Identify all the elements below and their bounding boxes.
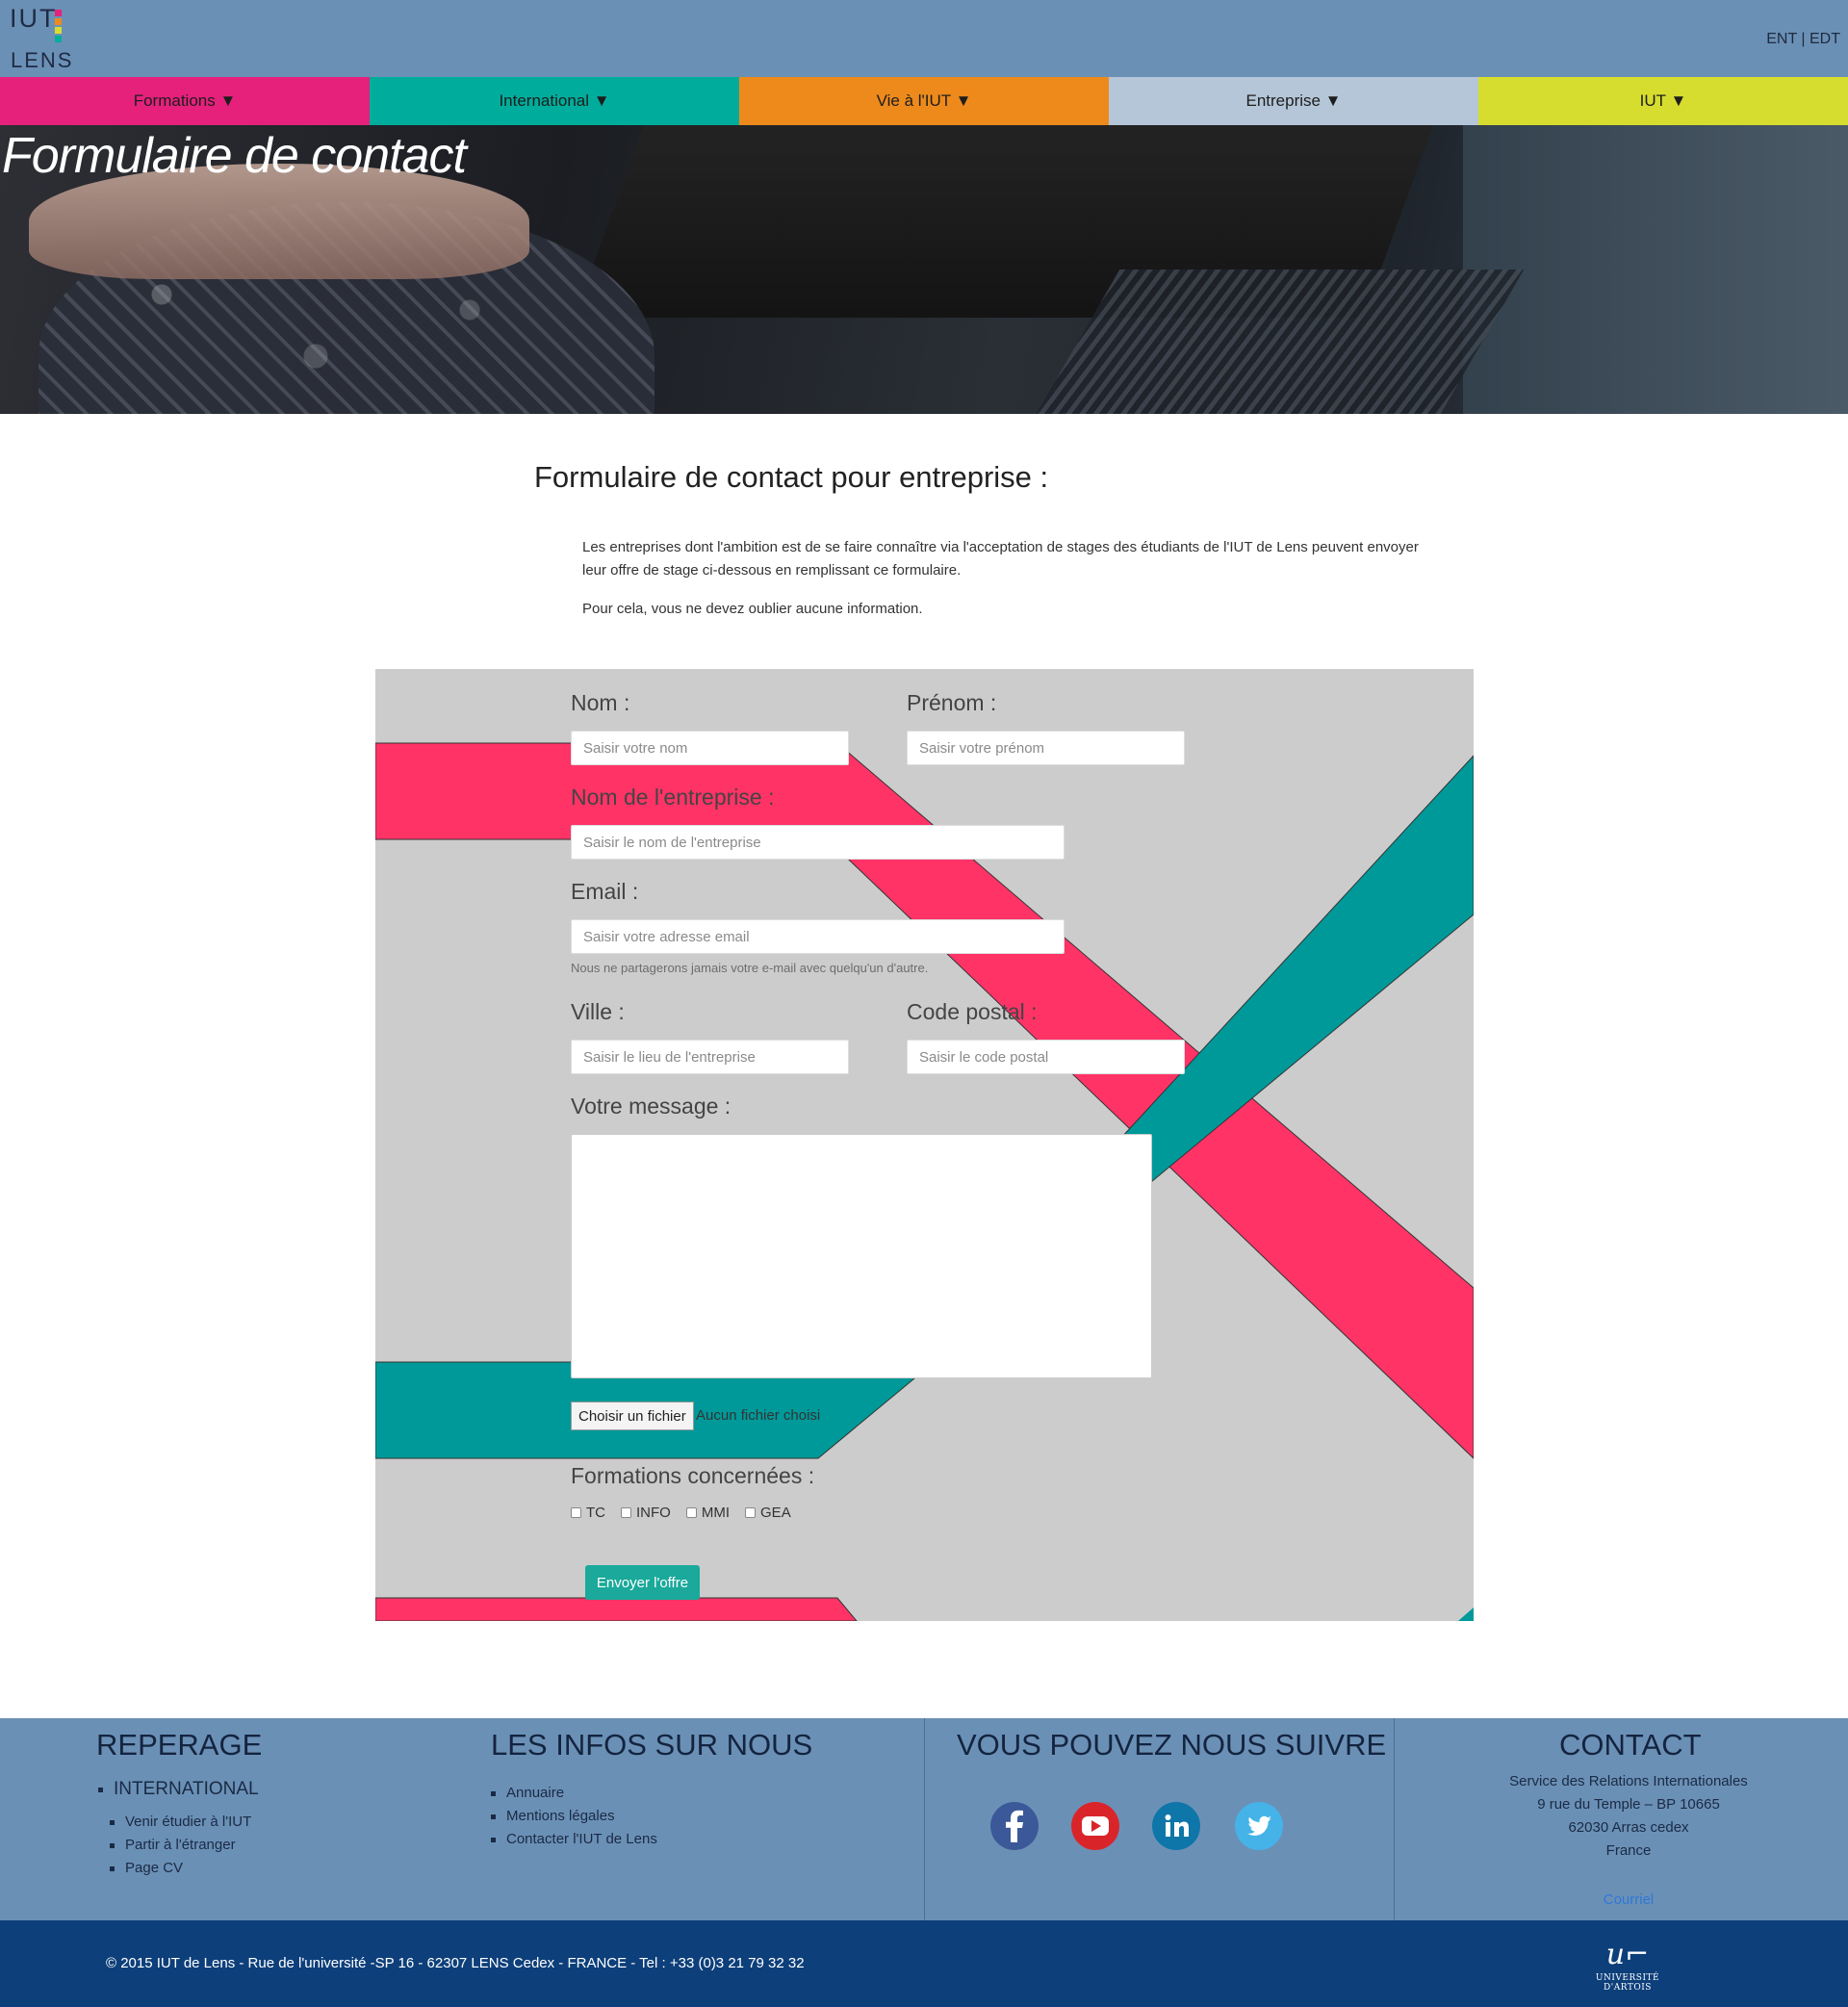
nav-iut-label: IUT ▼ — [1639, 91, 1687, 110]
contact-line-city: 62030 Arras cedex — [1568, 1819, 1689, 1836]
ville-label: Ville : — [571, 999, 625, 1024]
reperage-international[interactable]: INTERNATIONAL — [96, 1778, 259, 1801]
intro-paragraph-1: Les entreprises dont l'ambition est de s… — [582, 539, 1419, 579]
nav-formations[interactable]: Formations ▼ — [0, 77, 370, 125]
hero-title: Formulaire de contact — [2, 128, 467, 184]
checkbox-icon[interactable] — [571, 1507, 581, 1518]
intro-text: Les entreprises dont l'ambition est de s… — [582, 536, 1429, 621]
contact-line-country: France — [1605, 1842, 1652, 1859]
nav-vie-iut[interactable]: Vie à l'IUT ▼ — [739, 77, 1109, 125]
checkbox-icon[interactable] — [745, 1507, 757, 1518]
infos-links: Annuaire Mentions légales Contacter l'IU… — [489, 1782, 657, 1851]
ville-input[interactable] — [571, 1040, 849, 1074]
checkbox-gea[interactable]: GEA — [745, 1505, 791, 1521]
nav-international[interactable]: International ▼ — [370, 77, 739, 125]
nav-entreprise-label: Entreprise ▼ — [1245, 91, 1342, 110]
code-postal-label: Code postal : — [907, 999, 1038, 1024]
checkbox-tc-label: TC — [586, 1505, 605, 1521]
top-header: IUT LENS ENT | EDT — [0, 0, 1848, 77]
formations-label: Formations concernées : — [571, 1463, 815, 1488]
bottom-bar: © 2015 IUT de Lens - Rue de l'université… — [0, 1920, 1848, 2007]
prenom-input[interactable] — [907, 731, 1185, 765]
footer-link-cv[interactable]: Page CV — [108, 1857, 251, 1880]
checkbox-tc[interactable]: TC — [571, 1505, 605, 1521]
checkbox-icon[interactable] — [685, 1507, 697, 1518]
checkbox-mmi[interactable]: MMI — [685, 1505, 731, 1521]
nav-iut[interactable]: IUT ▼ — [1478, 77, 1848, 125]
footer-link-annuaire[interactable]: Annuaire — [489, 1782, 657, 1805]
youtube-icon[interactable] — [1071, 1802, 1119, 1850]
footer-divider — [924, 1718, 925, 1920]
intro-paragraph-2: Pour cela, vous ne devez oublier aucune … — [582, 601, 923, 617]
logo-iut-text: IUT — [10, 4, 58, 33]
email-label: Email : — [571, 879, 639, 904]
nav-vie-iut-label: Vie à l'IUT ▼ — [876, 91, 972, 110]
courriel-link[interactable]: Courriel — [1475, 1891, 1783, 1908]
nav-formations-label: Formations ▼ — [133, 91, 237, 110]
ua-logo-text: UNIVERSITÉ D'ARTOIS — [1595, 1973, 1660, 1993]
contact-line-street: 9 rue du Temple – BP 10665 — [1537, 1796, 1720, 1813]
facebook-icon[interactable] — [990, 1802, 1039, 1850]
choose-file-button[interactable]: Choisir un fichier — [571, 1402, 694, 1430]
universite-artois-logo[interactable]: u⌐ UNIVERSITÉ D'ARTOIS — [1575, 1940, 1681, 1994]
nav-entreprise[interactable]: Entreprise ▼ — [1109, 77, 1478, 125]
reperage-title: REPERAGE — [96, 1728, 263, 1762]
code-postal-input[interactable] — [907, 1040, 1185, 1074]
footer-link-mentions[interactable]: Mentions légales — [489, 1805, 657, 1828]
page-title: Formulaire de contact pour entreprise : — [534, 460, 1049, 494]
ua-logo-mark-icon: u⌐ — [1605, 1938, 1650, 1971]
main-nav: Formations ▼ International ▼ Vie à l'IUT… — [0, 77, 1848, 125]
message-label: Votre message : — [571, 1094, 732, 1119]
email-hint: Nous ne partagerons jamais votre e-mail … — [571, 961, 929, 975]
ent-edt-links[interactable]: ENT | EDT — [1766, 31, 1840, 48]
nav-international-label: International ▼ — [499, 91, 610, 110]
email-input[interactable] — [571, 919, 1065, 954]
checkbox-info[interactable]: INFO — [621, 1505, 671, 1521]
contact-address: Service des Relations Internationales 9 … — [1475, 1770, 1783, 1863]
entreprise-label: Nom de l'entreprise : — [571, 785, 775, 810]
contact-title: CONTACT — [1559, 1728, 1702, 1762]
hero-grill-shape — [1036, 270, 1525, 414]
logo-lens-text: LENS — [11, 48, 74, 72]
formations-checkboxes: TC INFO MMI GEA — [571, 1505, 791, 1521]
nom-label: Nom : — [571, 690, 630, 715]
footer: REPERAGE INTERNATIONAL Venir étudier à l… — [0, 1718, 1848, 1920]
entreprise-input[interactable] — [571, 825, 1065, 860]
footer-link-partir[interactable]: Partir à l'étranger — [108, 1834, 251, 1857]
infos-title: LES INFOS SUR NOUS — [491, 1728, 813, 1762]
checkbox-mmi-label: MMI — [701, 1505, 731, 1521]
checkbox-icon[interactable] — [621, 1507, 631, 1518]
logo-color-squares — [55, 10, 63, 44]
footer-link-contacter[interactable]: Contacter l'IUT de Lens — [489, 1828, 657, 1851]
contact-form-panel: Nom : Prénom : Nom de l'entreprise : Ema… — [375, 669, 1474, 1621]
reperage-links: Venir étudier à l'IUT Partir à l'étrange… — [108, 1811, 251, 1880]
footer-divider — [1394, 1718, 1395, 1920]
submit-offer-button[interactable]: Envoyer l'offre — [585, 1565, 700, 1600]
checkbox-gea-label: GEA — [760, 1505, 791, 1521]
checkbox-info-label: INFO — [636, 1505, 671, 1521]
hero-banner: Formulaire de contact — [0, 125, 1848, 414]
reperage-list: INTERNATIONAL — [96, 1778, 259, 1807]
file-status: Aucun fichier choisi — [696, 1407, 821, 1424]
prenom-label: Prénom : — [907, 690, 997, 715]
twitter-icon[interactable] — [1235, 1802, 1283, 1850]
linkedin-icon[interactable] — [1152, 1802, 1200, 1850]
contact-line-service: Service des Relations Internationales — [1509, 1773, 1748, 1789]
nom-input[interactable] — [571, 731, 849, 765]
message-textarea[interactable] — [571, 1134, 1152, 1378]
footer-link-venir[interactable]: Venir étudier à l'IUT — [108, 1811, 251, 1834]
suivre-title: VOUS POUVEZ NOUS SUIVRE — [957, 1728, 1387, 1762]
copyright-text: © 2015 IUT de Lens - Rue de l'université… — [106, 1955, 805, 1971]
iut-lens-logo[interactable]: IUT LENS — [10, 4, 71, 73]
